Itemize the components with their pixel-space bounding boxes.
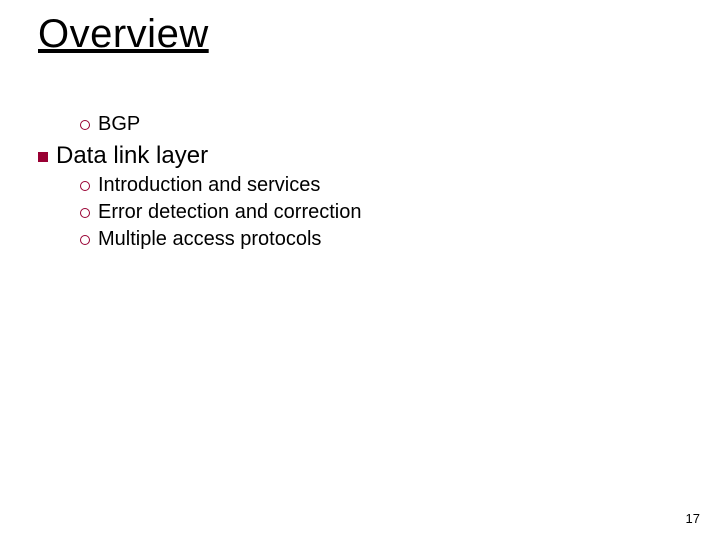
circle-bullet-icon: [80, 235, 90, 245]
list-item: BGP: [80, 112, 678, 137]
section-heading-label: Data link layer: [56, 142, 208, 169]
list-item-label: Introduction and services: [98, 174, 320, 196]
list-item-label: BGP: [98, 113, 140, 135]
page-title: Overview: [38, 12, 209, 57]
slide: Overview BGP Data link layer Introductio…: [0, 0, 720, 540]
circle-bullet-icon: [80, 181, 90, 191]
list-item-label: Multiple access protocols: [98, 228, 321, 250]
page-number: 17: [686, 511, 700, 526]
circle-bullet-icon: [80, 120, 90, 130]
list-item-label: Error detection and correction: [98, 201, 361, 223]
list-item: Introduction and services: [80, 173, 678, 198]
section-heading: Data link layer: [38, 141, 678, 171]
square-bullet-icon: [38, 152, 48, 162]
list-item: Error detection and correction: [80, 200, 678, 225]
slide-content: BGP Data link layer Introduction and ser…: [38, 110, 678, 254]
list-item: Multiple access protocols: [80, 227, 678, 252]
circle-bullet-icon: [80, 208, 90, 218]
